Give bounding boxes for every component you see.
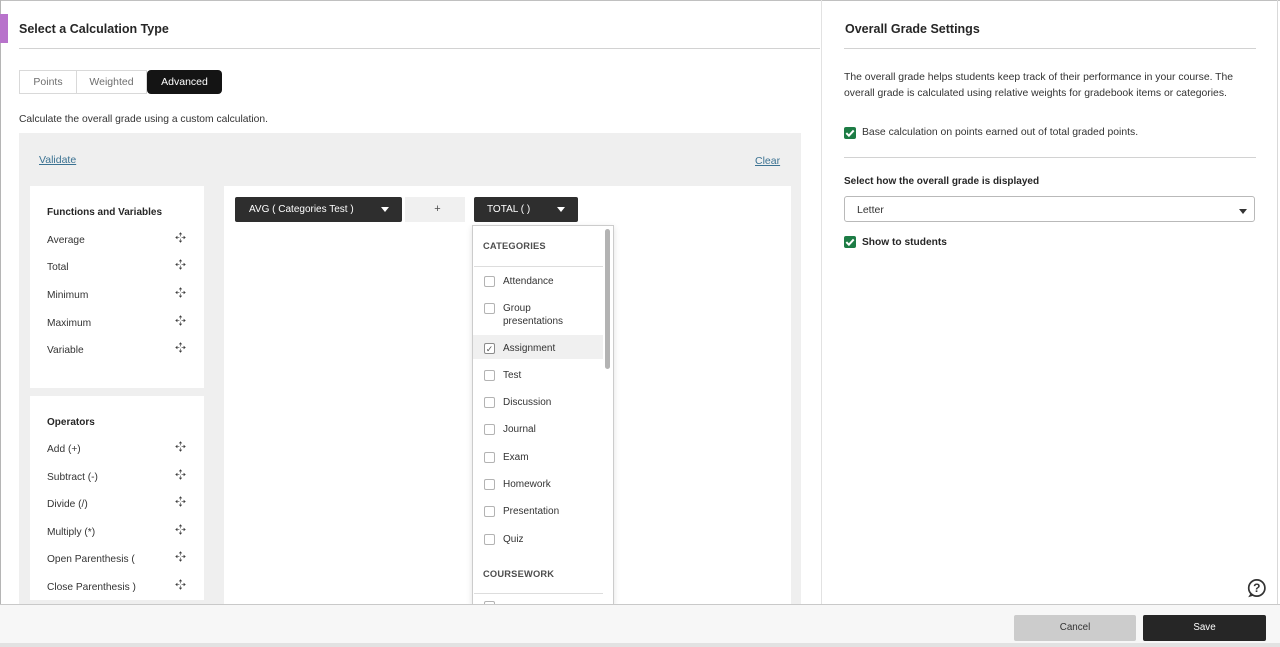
svg-text:?: ? <box>1253 581 1260 595</box>
